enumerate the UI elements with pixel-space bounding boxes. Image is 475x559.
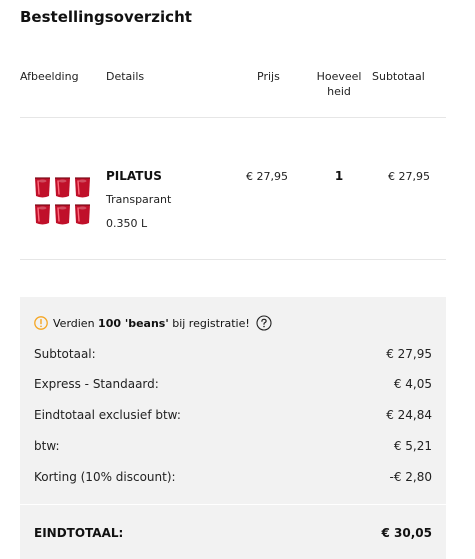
beans-promo: Verdien 100 'beans' bij registratie! (34, 314, 272, 332)
promo-prefix: Verdien (53, 316, 99, 330)
summary-label-total-excl-vat: Eindtotaal exclusief btw: (34, 408, 181, 422)
summary-label-shipping: Express - Standaard: (34, 377, 159, 391)
column-header-quantity: Hoeveel heid (313, 69, 365, 99)
summary-value-total-excl-vat: € 24,84 (386, 408, 432, 422)
summary-label-subtotal: Subtotaal: (34, 347, 96, 361)
summary-label-vat: btw: (34, 439, 60, 453)
column-header-subtotal: Subtotaal (372, 70, 425, 83)
product-size: 0.350 L (106, 217, 148, 230)
summary-label-grand-total: EINDTOTAAL: (34, 526, 124, 540)
promo-highlight: 100 'beans' (98, 316, 169, 330)
page-title: Bestellingsoverzicht (20, 8, 192, 26)
summary-value-grand-total: € 30,05 (381, 526, 432, 540)
promo-suffix: bij registratie! (168, 316, 250, 330)
column-header-quantity-line2: heid (327, 85, 351, 98)
summary-value-vat: € 5,21 (393, 439, 432, 453)
summary-value-shipping: € 4,05 (393, 377, 432, 391)
summary-value-discount: -€ 2,80 (389, 470, 433, 484)
product-subtotal: € 27,95 (388, 170, 430, 183)
column-header-details: Details (106, 70, 145, 83)
table-divider (20, 117, 446, 118)
summary-label-discount: Korting (10% discount): (34, 470, 176, 484)
summary-value-subtotal: € 27,95 (386, 347, 432, 361)
column-header-price: Prijs (257, 70, 280, 83)
info-circle-icon (34, 316, 48, 330)
order-summary: Verdien 100 'beans' bij registratie! Sub… (20, 297, 446, 559)
product-name[interactable]: PILATUS (106, 169, 162, 183)
product-quantity: 1 (334, 169, 344, 183)
question-circle-icon[interactable] (256, 315, 272, 331)
column-header-image: Afbeelding (20, 70, 79, 83)
glasses-set-icon (35, 177, 90, 225)
summary-divider (20, 504, 446, 505)
product-color: Transparant (106, 193, 172, 206)
column-header-quantity-line1: Hoeveel (316, 70, 362, 83)
product-price: € 27,95 (246, 170, 288, 183)
table-divider (20, 259, 446, 260)
